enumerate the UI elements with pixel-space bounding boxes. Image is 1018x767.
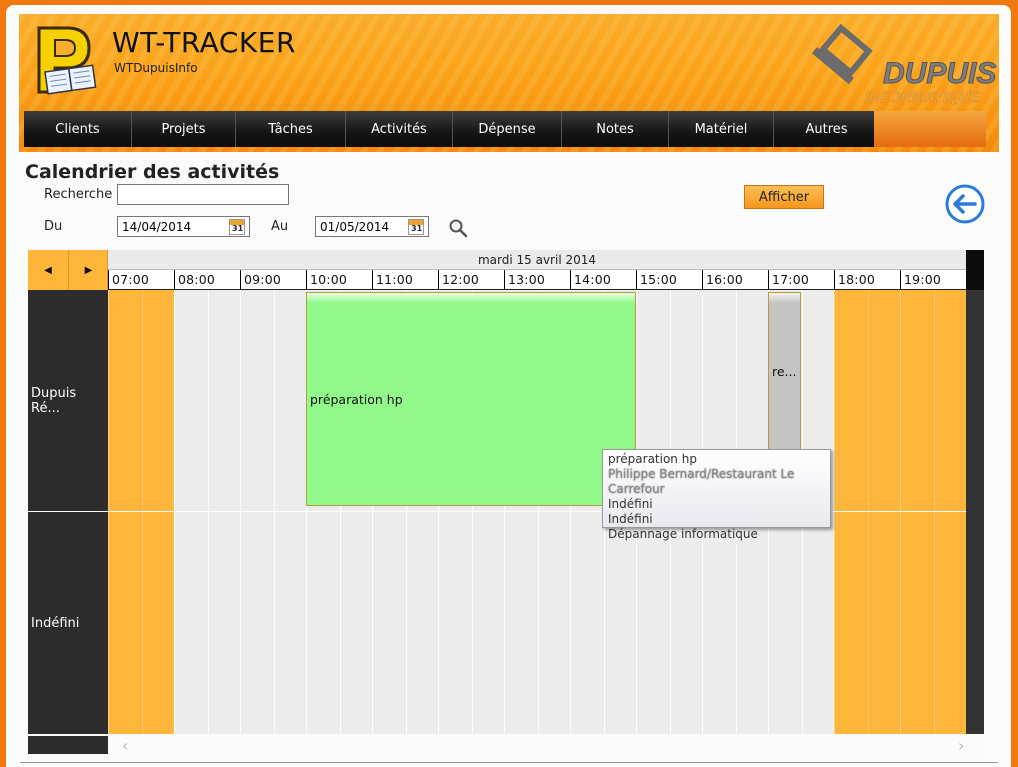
horizontal-scrollbar[interactable]: ‹ › [108, 736, 984, 755]
tooltip-line: Indéfini [608, 497, 653, 511]
footer-divider [20, 762, 998, 763]
hour-label: 17:00 [768, 270, 834, 290]
hour-label: 07:00 [108, 270, 174, 290]
app-title: WT-TRACKER [112, 26, 296, 59]
app-subtitle: WTDupuisInfo [114, 61, 198, 75]
hour-label: 19:00 [900, 270, 966, 290]
brand-logo: DUPUIS INFORMATIQUE [811, 23, 997, 106]
hour-label: 09:00 [240, 270, 306, 290]
scroll-left-icon[interactable]: ‹ [122, 736, 128, 755]
prev-day-button[interactable]: ◀ [28, 250, 68, 290]
nav-item-taches[interactable]: Tâches [236, 111, 346, 147]
next-day-button[interactable]: ▶ [68, 250, 108, 290]
scheduler-footer-corner [28, 736, 108, 754]
main-nav: Clients Projets Tâches Activités Dépense… [24, 111, 880, 147]
scheduler-corner [966, 250, 984, 290]
tooltip-title: préparation hp [608, 452, 697, 466]
hour-column [174, 290, 240, 734]
hour-column-offhours [834, 290, 900, 734]
nav-item-projets[interactable]: Projets [132, 111, 236, 147]
hour-label: 10:00 [306, 270, 372, 290]
hour-label: 08:00 [174, 270, 240, 290]
from-label: Du [44, 219, 63, 234]
row-separator [108, 511, 966, 512]
activity-scheduler: ◀ ▶ mardi 15 avril 2014 07:00 08:00 09:0… [28, 250, 984, 755]
to-calendar-icon[interactable]: 31 [408, 219, 424, 235]
search-input[interactable] [117, 184, 289, 205]
scheduler-date-header: mardi 15 avril 2014 [108, 250, 966, 270]
hour-label: 18:00 [834, 270, 900, 290]
event-tooltip: préparation hp Philippe Bernard/Restaura… [602, 449, 831, 541]
tooltip-client: Philippe Bernard/Restaurant Le Carrefour [608, 467, 795, 496]
search-label: Recherche [44, 187, 113, 202]
event-preparation-hp[interactable]: préparation hp [306, 292, 636, 506]
page-title: Calendrier des activités [25, 161, 280, 183]
scheduler-hours: 07:00 08:00 09:00 10:00 11:00 12:00 13:0… [108, 270, 966, 290]
tooltip-line: Indéfini [608, 512, 653, 526]
hour-column [240, 290, 306, 734]
app-window: WT-TRACKER WTDupuisInfo DUPUIS INFORMATI… [6, 5, 1011, 767]
scheduler-grid[interactable]: préparation hp re... [108, 290, 966, 734]
vertical-scrollbar[interactable] [966, 290, 984, 734]
resource-row-header: Indéfini [28, 512, 108, 734]
tooltip-category: Dépannage informatique [608, 527, 758, 541]
brand-tagline: INFORMATIQUE [865, 89, 981, 106]
event-label: re... [772, 363, 797, 379]
search-icon[interactable] [448, 218, 468, 238]
event-re[interactable]: re... [768, 292, 801, 450]
to-calendar-icon-text: 31 [411, 224, 423, 233]
scroll-right-icon[interactable]: › [958, 736, 964, 755]
app-logo-icon [37, 26, 97, 95]
event-label: préparation hp [310, 391, 403, 407]
nav-item-notes[interactable]: Notes [562, 111, 669, 147]
afficher-button[interactable]: Afficher [744, 185, 824, 209]
hour-label: 11:00 [372, 270, 438, 290]
nav-item-activites[interactable]: Activités [346, 111, 453, 147]
hour-label: 15:00 [636, 270, 702, 290]
nav-item-autres[interactable]: Autres [774, 111, 880, 147]
scheduler-nav: ◀ ▶ [28, 250, 108, 290]
from-calendar-icon-text: 31 [232, 224, 244, 233]
brand-name: DUPUIS [883, 57, 996, 90]
back-arrow-icon[interactable] [944, 183, 986, 225]
hour-column-offhours [900, 290, 966, 734]
to-label: Au [271, 219, 289, 234]
hour-label: 13:00 [504, 270, 570, 290]
resource-row-header: Dupuis Ré... [28, 290, 108, 511]
from-calendar-icon[interactable]: 31 [229, 219, 245, 235]
app-header: WT-TRACKER WTDupuisInfo DUPUIS INFORMATI… [19, 14, 999, 152]
hour-label: 12:00 [438, 270, 504, 290]
hour-label: 14:00 [570, 270, 636, 290]
hour-column-offhours [108, 290, 174, 734]
nav-tail [874, 111, 986, 147]
nav-item-materiel[interactable]: Matériel [669, 111, 774, 147]
hour-label: 16:00 [702, 270, 768, 290]
nav-item-depense[interactable]: Dépense [453, 111, 562, 147]
nav-item-clients[interactable]: Clients [24, 111, 132, 147]
